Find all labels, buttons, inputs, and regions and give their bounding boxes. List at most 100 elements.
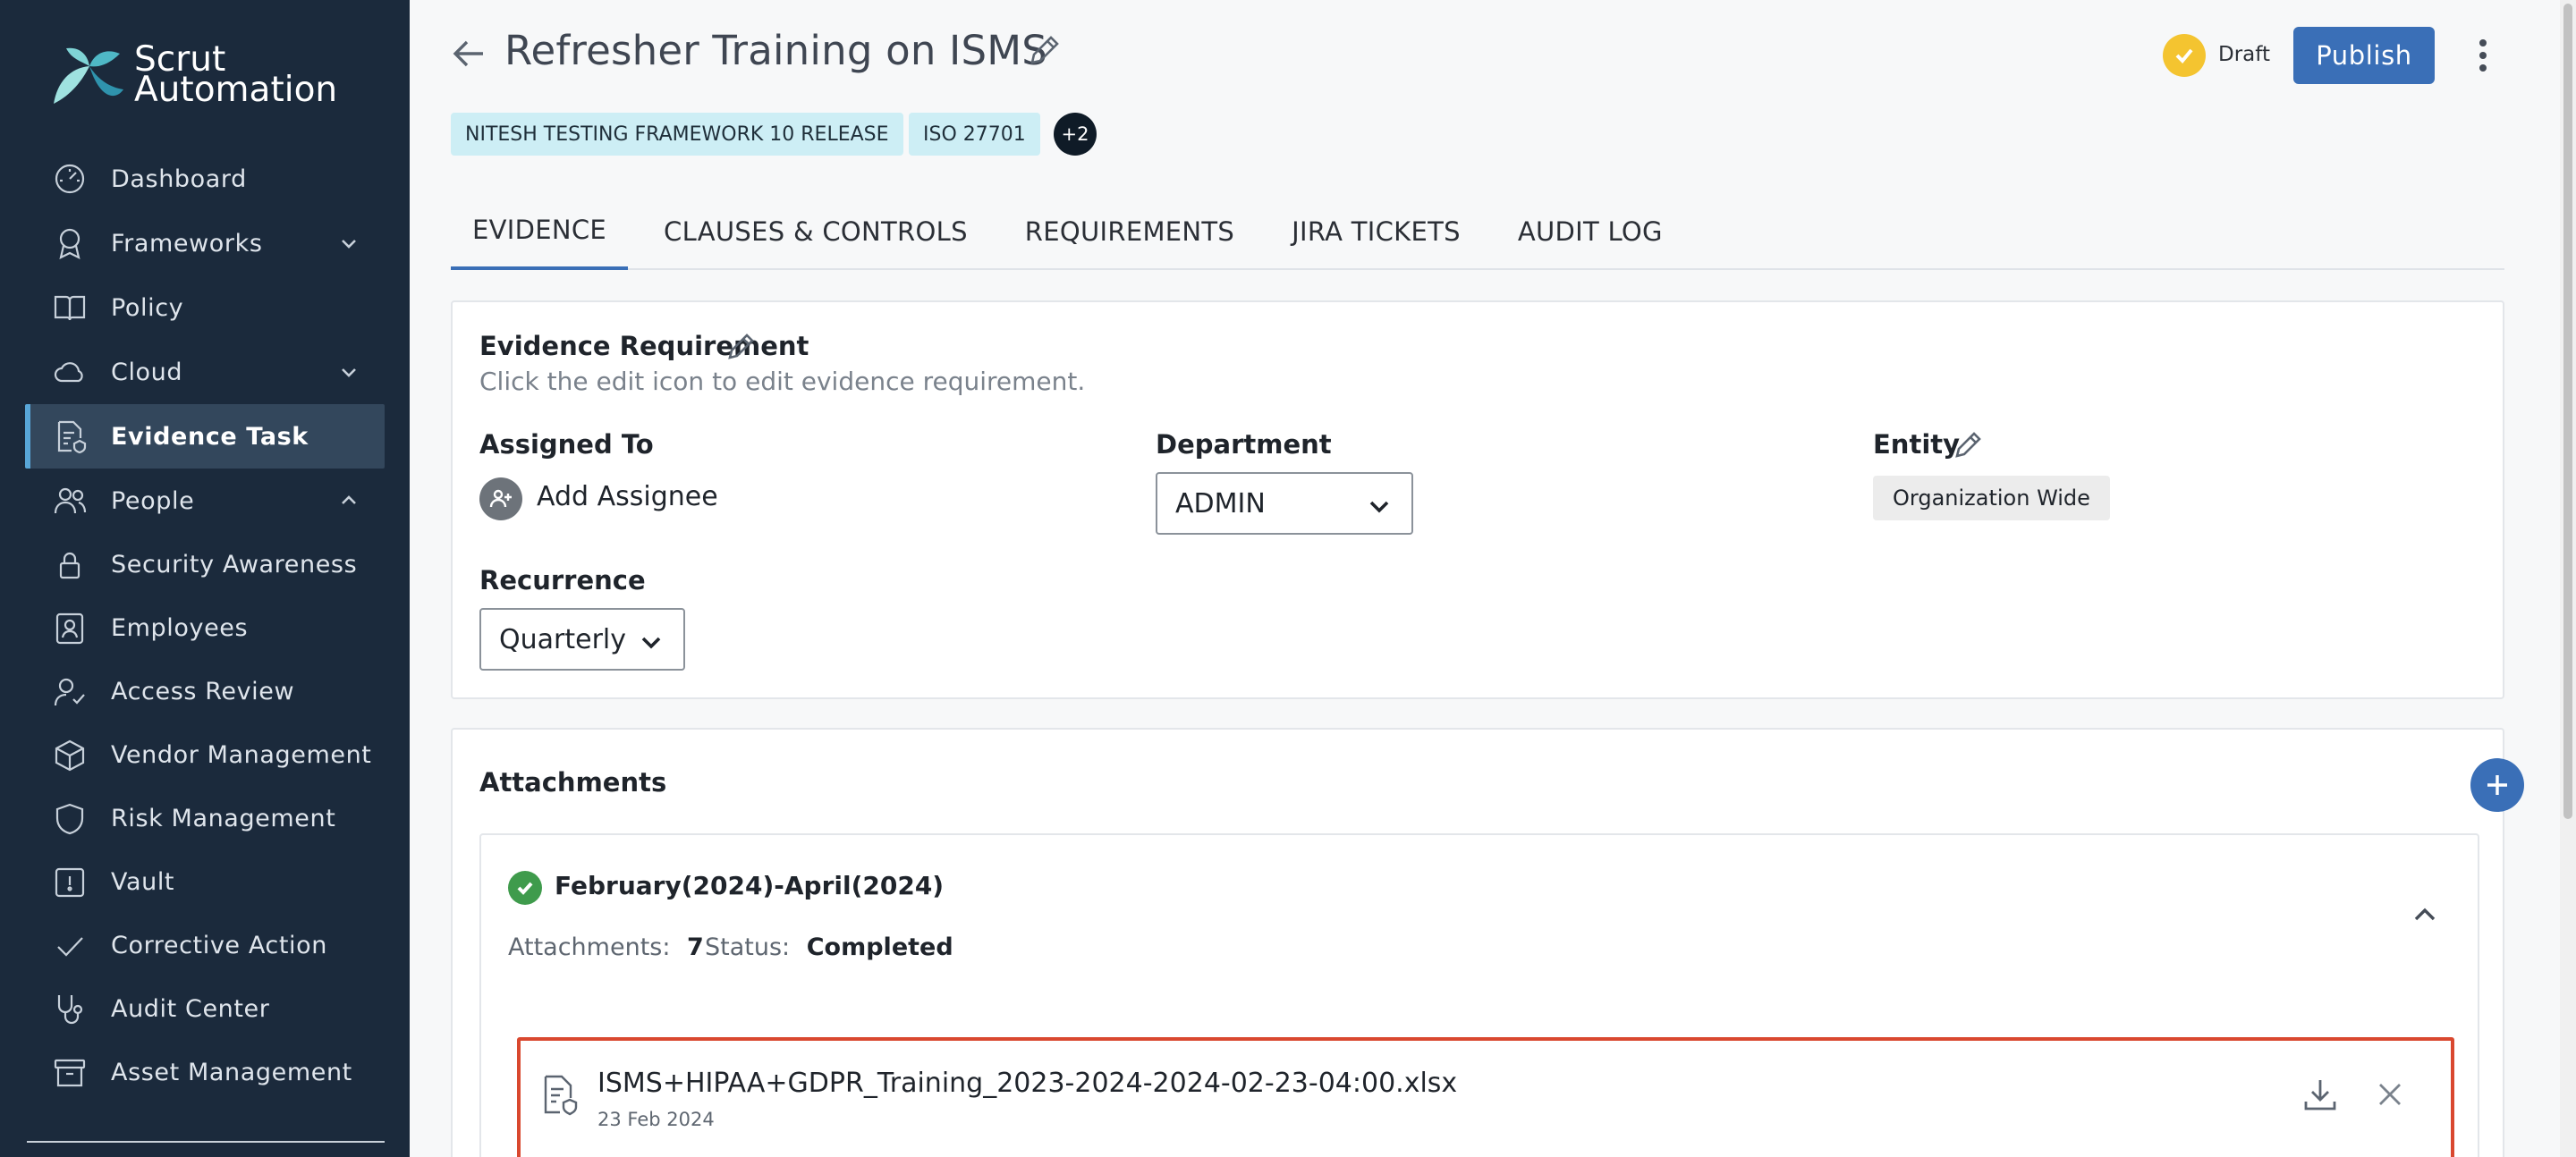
sidebar-item-label: Dashboard xyxy=(111,165,247,193)
add-assignee-link[interactable]: Add Assignee xyxy=(537,481,718,512)
sidebar: Scrut Automation Dashboard Frameworks Po… xyxy=(0,0,410,1157)
attachment-period-panel: February(2024)-April(2024) Attachments: … xyxy=(479,833,2479,1157)
sidebar-item-label: Audit Center xyxy=(111,995,270,1023)
file-date: 23 Feb 2024 xyxy=(597,1109,715,1130)
framework-tag[interactable]: NITESH TESTING FRAMEWORK 10 RELEASE xyxy=(451,113,903,156)
sidebar-item-label: Vendor Management xyxy=(111,741,372,769)
sidebar-item-employees[interactable]: Employees xyxy=(25,596,385,660)
sidebar-item-label: Security Awareness xyxy=(111,551,358,578)
department-select[interactable]: ADMIN xyxy=(1156,472,1413,535)
chevron-down-icon xyxy=(639,629,664,655)
attachments-count-label: Attachments: xyxy=(508,933,671,961)
sidebar-item-policy[interactable]: Policy xyxy=(25,275,385,340)
sidebar-item-risk-management[interactable]: Risk Management xyxy=(25,787,385,850)
file-name[interactable]: ISMS+HIPAA+GDPR_Training_2023-2024-2024-… xyxy=(597,1068,1457,1099)
more-tags-badge[interactable]: +2 xyxy=(1054,113,1097,156)
evidence-requirement-card: Evidence Requirement Click the edit icon… xyxy=(451,300,2504,699)
shield-icon xyxy=(50,799,89,839)
scrut-logo-icon xyxy=(54,47,123,104)
completed-check-icon xyxy=(508,871,542,905)
chevron-up-icon[interactable] xyxy=(338,490,360,511)
sidebar-item-label: People xyxy=(111,486,195,515)
sidebar-item-label: Access Review xyxy=(111,678,295,705)
tab-clauses-controls[interactable]: CLAUSES & CONTROLS xyxy=(664,193,968,270)
department-value: ADMIN xyxy=(1175,487,1266,519)
sidebar-item-label: Frameworks xyxy=(111,229,263,258)
scrollbar[interactable] xyxy=(2560,0,2576,1157)
sidebar-item-access-review[interactable]: Access Review xyxy=(25,660,385,723)
download-icon[interactable] xyxy=(2301,1075,2340,1114)
file-shield-icon xyxy=(540,1073,580,1118)
status-label: Draft xyxy=(2218,43,2270,66)
draft-status-icon xyxy=(2163,34,2206,77)
user-check-icon xyxy=(50,672,89,712)
tab-audit-log[interactable]: AUDIT LOG xyxy=(1518,193,1663,270)
sidebar-item-evidence-task[interactable]: Evidence Task xyxy=(25,404,385,469)
attachments-card: Attachments February(2024)-April(2024) A… xyxy=(451,728,2524,1157)
evidence-file-icon xyxy=(50,417,89,456)
back-arrow-icon[interactable] xyxy=(449,34,488,73)
sidebar-item-frameworks[interactable]: Frameworks xyxy=(25,211,385,275)
scrollbar-thumb[interactable] xyxy=(2563,4,2572,819)
period-status: Status: Completed xyxy=(705,933,953,961)
evidence-requirement-label: Evidence Requirement xyxy=(479,331,809,361)
edit-entity-pencil-icon[interactable] xyxy=(1952,427,1986,461)
page-title: Refresher Training on ISMS xyxy=(504,27,1048,74)
publish-button[interactable]: Publish xyxy=(2293,27,2435,84)
vault-icon xyxy=(50,863,89,902)
people-icon xyxy=(50,481,89,520)
sidebar-item-label: Risk Management xyxy=(111,805,336,832)
archive-icon xyxy=(50,1053,89,1093)
chevron-down-icon[interactable] xyxy=(338,232,360,254)
logo[interactable]: Scrut Automation xyxy=(48,41,337,109)
recurrence-label: Recurrence xyxy=(479,565,646,595)
sidebar-item-dashboard[interactable]: Dashboard xyxy=(25,147,385,211)
stethoscope-icon xyxy=(50,990,89,1029)
sidebar-nav: Dashboard Frameworks Policy Cloud Eviden… xyxy=(25,147,385,1104)
cloud-icon xyxy=(50,352,89,392)
sidebar-item-label: Cloud xyxy=(111,358,183,386)
period-status-value: Completed xyxy=(806,933,953,961)
chevron-up-icon[interactable] xyxy=(2410,899,2440,930)
attachments-count: Attachments: 7 xyxy=(508,933,704,961)
brand-line-2: Automation xyxy=(134,70,338,110)
attachments-count-value: 7 xyxy=(687,933,704,961)
recurrence-select[interactable]: Quarterly xyxy=(479,608,685,671)
chevron-down-icon[interactable] xyxy=(338,361,360,383)
tab-requirements[interactable]: REQUIREMENTS xyxy=(1025,193,1234,270)
sidebar-item-asset-management[interactable]: Asset Management xyxy=(25,1041,385,1104)
tab-evidence[interactable]: EVIDENCE xyxy=(451,193,629,270)
more-options-icon[interactable] xyxy=(2467,34,2499,77)
brand-name: Scrut Automation xyxy=(134,42,338,110)
sidebar-item-people[interactable]: People xyxy=(25,469,385,533)
sidebar-item-label: Employees xyxy=(111,614,249,642)
main-content: Refresher Training on ISMS Draft Publish… xyxy=(410,0,2576,1157)
lock-icon xyxy=(50,545,89,585)
assigned-to-label: Assigned To xyxy=(479,429,654,460)
check-icon xyxy=(50,926,89,966)
edit-requirement-pencil-icon[interactable] xyxy=(724,329,758,363)
add-assignee-icon[interactable] xyxy=(479,477,522,520)
recurrence-value: Quarterly xyxy=(499,623,626,655)
department-label: Department xyxy=(1156,429,1332,460)
sidebar-item-security-awareness[interactable]: Security Awareness xyxy=(25,533,385,596)
period-title: February(2024)-April(2024) xyxy=(555,871,945,900)
book-icon xyxy=(50,288,89,327)
framework-tag[interactable]: ISO 27701 xyxy=(909,113,1040,156)
sidebar-item-audit-center[interactable]: Audit Center xyxy=(25,977,385,1041)
award-icon xyxy=(50,224,89,263)
sidebar-item-vendor-management[interactable]: Vendor Management xyxy=(25,723,385,787)
sidebar-item-cloud[interactable]: Cloud xyxy=(25,340,385,404)
add-attachment-button[interactable] xyxy=(2470,758,2524,812)
tab-jira-tickets[interactable]: JIRA TICKETS xyxy=(1292,193,1461,270)
sidebar-item-corrective-action[interactable]: Corrective Action xyxy=(25,914,385,977)
tab-bar: EVIDENCE CLAUSES & CONTROLS REQUIREMENTS… xyxy=(451,193,2504,270)
edit-title-pencil-icon[interactable] xyxy=(1025,30,1064,70)
sidebar-item-label: Evidence Task xyxy=(111,422,309,451)
sidebar-item-vault[interactable]: Vault xyxy=(25,850,385,914)
dashboard-icon xyxy=(50,159,89,198)
close-icon[interactable] xyxy=(2374,1078,2406,1111)
entity-chip: Organization Wide xyxy=(1873,476,2110,520)
attachment-file-row[interactable]: ISMS+HIPAA+GDPR_Training_2023-2024-2024-… xyxy=(517,1037,2454,1157)
sidebar-item-label: Asset Management xyxy=(111,1059,352,1086)
